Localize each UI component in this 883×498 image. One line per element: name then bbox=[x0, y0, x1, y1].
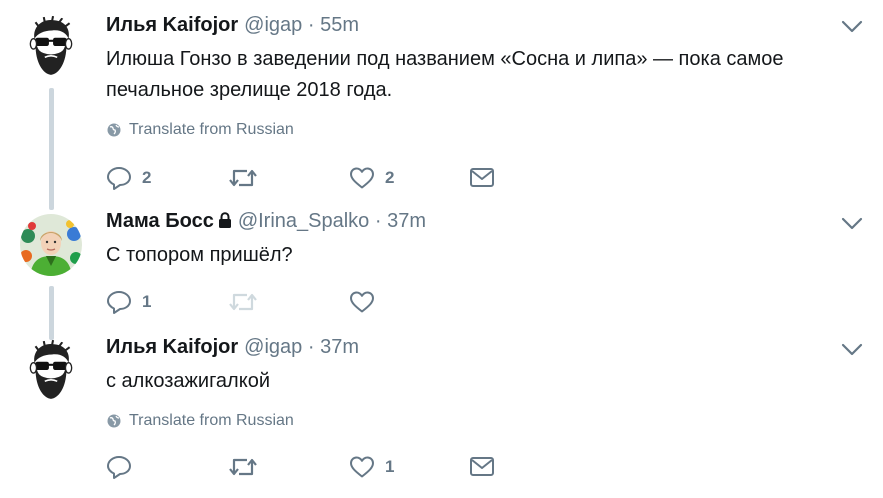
tweet[interactable]: Илья Kaifojor @igap · 37m с алкозажигалко… bbox=[0, 328, 883, 498]
thread-line bbox=[49, 198, 54, 210]
user-handle[interactable]: @igap bbox=[244, 336, 302, 358]
direct-message-button[interactable] bbox=[469, 453, 495, 481]
translate-label: Translate from Russian bbox=[129, 412, 294, 429]
chevron-down-icon[interactable] bbox=[841, 343, 863, 357]
tweet[interactable]: Илья Kaifojor @igap · 55m Илюша Гонзо в з… bbox=[0, 0, 883, 202]
thread-line bbox=[49, 88, 54, 202]
user-handle[interactable]: @igap bbox=[244, 14, 302, 36]
lock-icon bbox=[218, 212, 231, 228]
envelope-icon bbox=[469, 456, 495, 478]
timestamp[interactable]: 37m bbox=[320, 336, 359, 358]
globe-icon bbox=[106, 122, 122, 138]
like-button[interactable]: 2 bbox=[349, 164, 394, 192]
chevron-down-icon[interactable] bbox=[841, 20, 863, 34]
user-handle[interactable]: @Irina_Spalko bbox=[238, 210, 369, 232]
heart-icon bbox=[349, 455, 375, 479]
reply-button[interactable]: 2 bbox=[106, 164, 151, 192]
avatar-column bbox=[0, 198, 100, 332]
retweet-icon bbox=[228, 166, 258, 190]
timestamp[interactable]: 55m bbox=[320, 14, 359, 36]
retweet-icon bbox=[228, 290, 258, 314]
bearded-man-sunglasses-icon bbox=[20, 16, 82, 78]
translate-link[interactable]: Translate from Russian bbox=[106, 412, 294, 430]
reply-count: 2 bbox=[142, 168, 152, 187]
reply-button[interactable] bbox=[106, 453, 132, 481]
direct-message-button[interactable] bbox=[469, 164, 495, 192]
tweet[interactable]: Мама Босс @Irina_Spalko · 37m С топором п… bbox=[0, 198, 883, 332]
translate-link[interactable]: Translate from Russian bbox=[106, 121, 294, 139]
tweet-header: Илья Kaifojor @igap · 55m bbox=[106, 14, 359, 37]
avatar[interactable] bbox=[20, 16, 82, 78]
like-count: 1 bbox=[385, 457, 395, 476]
retweet-button[interactable] bbox=[228, 453, 258, 481]
reply-icon bbox=[106, 165, 132, 191]
retweet-button[interactable] bbox=[228, 164, 258, 192]
like-button[interactable] bbox=[349, 288, 375, 316]
tweet-text-line: с алкозажигалкой bbox=[106, 370, 270, 392]
tweet-actions: 1 bbox=[106, 288, 526, 316]
tweet-text: С топором пришёл? bbox=[106, 240, 846, 271]
tweet-text-line: С топором пришёл? bbox=[106, 244, 293, 266]
heart-icon bbox=[349, 166, 375, 190]
thread-line bbox=[49, 328, 54, 340]
reply-count: 1 bbox=[142, 292, 152, 311]
tweet-text-line: печальное зрелище 2018 года. bbox=[106, 79, 393, 101]
translate-label: Translate from Russian bbox=[129, 121, 294, 138]
retweet-icon bbox=[228, 455, 258, 479]
separator-dot: · bbox=[307, 336, 315, 358]
like-count: 2 bbox=[385, 168, 395, 187]
tweet-header: Мама Босс @Irina_Spalko · 37m bbox=[106, 210, 426, 233]
display-name[interactable]: Илья Kaifojor bbox=[106, 336, 238, 358]
avatar[interactable] bbox=[20, 214, 82, 276]
woman-green-jacket-parrots-photo bbox=[20, 214, 82, 276]
tweet-text-line: Илюша Гонзо в заведении под названием «С… bbox=[106, 48, 784, 70]
separator-dot: · bbox=[307, 14, 315, 36]
reply-icon bbox=[106, 289, 132, 315]
separator-dot: · bbox=[374, 210, 382, 232]
envelope-icon bbox=[469, 167, 495, 189]
reply-button[interactable]: 1 bbox=[106, 288, 151, 316]
heart-icon bbox=[349, 290, 375, 314]
retweet-button-disabled bbox=[228, 288, 258, 316]
tweet-text: Илюша Гонзо в заведении под названием «С… bbox=[106, 44, 846, 106]
timestamp[interactable]: 37m bbox=[387, 210, 426, 232]
bearded-man-sunglasses-icon bbox=[20, 340, 82, 402]
display-name[interactable]: Мама Босс bbox=[106, 210, 214, 232]
tweet-actions: 2 2 bbox=[106, 164, 526, 192]
thread-line bbox=[49, 286, 54, 332]
avatar-column bbox=[0, 328, 100, 498]
tweet-actions: 1 bbox=[106, 453, 526, 481]
chevron-down-icon[interactable] bbox=[841, 217, 863, 231]
tweet-text: с алкозажигалкой bbox=[106, 366, 846, 397]
globe-icon bbox=[106, 413, 122, 429]
avatar[interactable] bbox=[20, 340, 82, 402]
reply-icon bbox=[106, 454, 132, 480]
tweet-header: Илья Kaifojor @igap · 37m bbox=[106, 336, 359, 359]
display-name[interactable]: Илья Kaifojor bbox=[106, 14, 238, 36]
avatar-column bbox=[0, 0, 100, 202]
like-button[interactable]: 1 bbox=[349, 453, 394, 481]
